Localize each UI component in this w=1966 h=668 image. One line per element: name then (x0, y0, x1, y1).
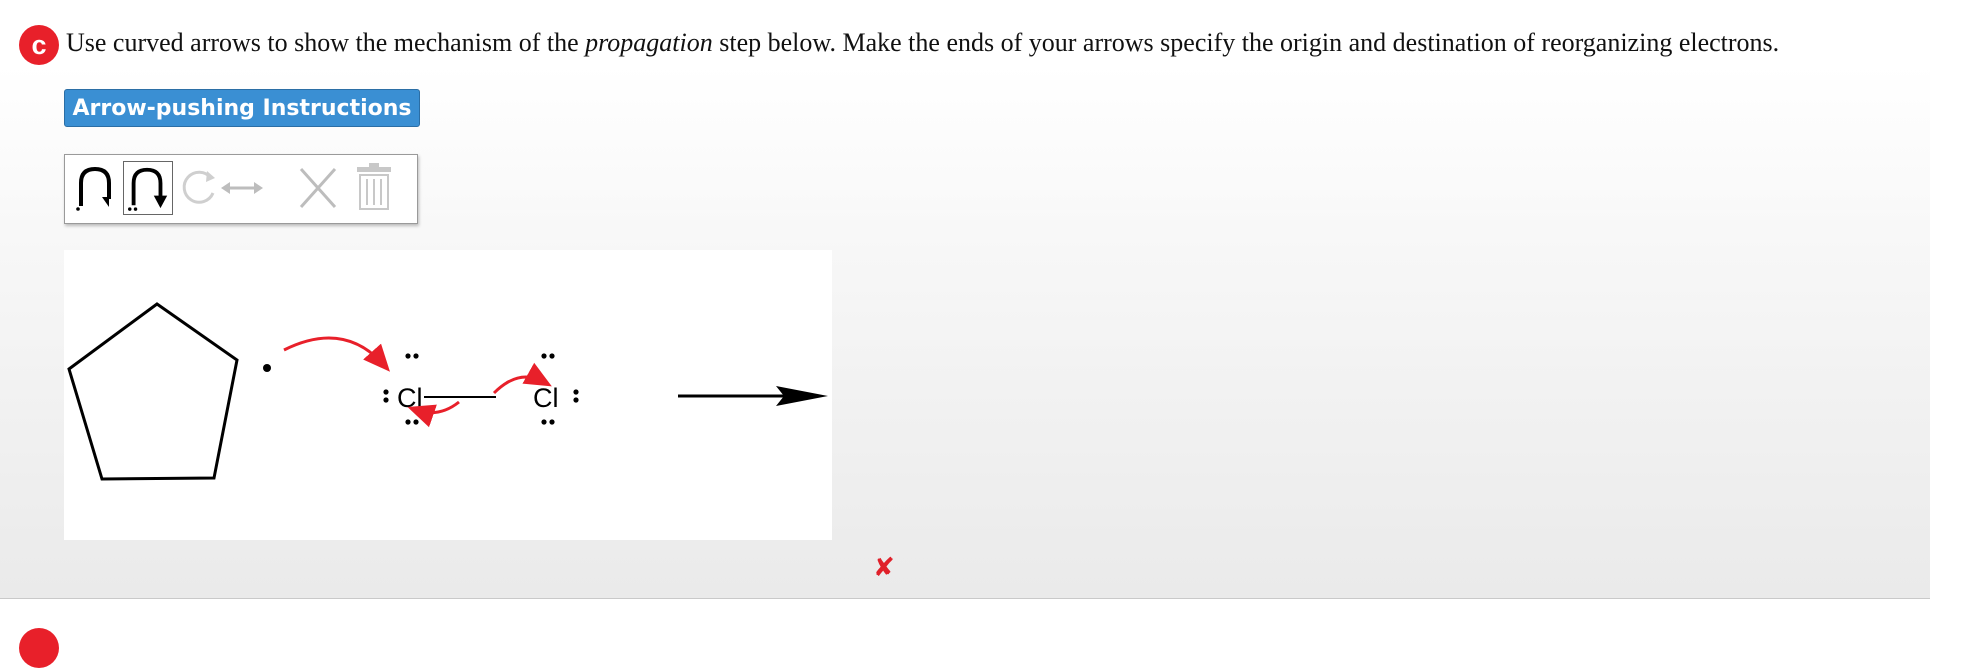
arrow-toolbar (64, 154, 418, 224)
lone-pair-dot (549, 419, 555, 425)
question-text: Use curved arrows to show the mechanism … (66, 28, 1779, 58)
radical-electron (263, 364, 271, 372)
double-headed-arrow-icon[interactable] (217, 161, 267, 215)
question-badge: c (19, 25, 59, 65)
question-suffix: step below. Make the ends of your arrows… (712, 28, 1780, 57)
lone-pair-dot (405, 419, 411, 425)
lone-pair-dot (573, 389, 579, 395)
next-question-badge (19, 628, 59, 668)
incorrect-x-icon: ✘ (873, 553, 895, 583)
question-emphasis: propagation (585, 28, 713, 57)
lone-pair-dot (413, 353, 419, 359)
curved-arrow-radical[interactable] (283, 336, 390, 372)
cyclopentyl-ring (67, 302, 239, 481)
lone-pair-dot (383, 397, 389, 403)
lone-pair-dot (413, 419, 419, 425)
lone-pair-dot (549, 353, 555, 359)
question-prefix: Use curved arrows to show the mechanism … (66, 28, 586, 57)
full-curved-arrow-icon[interactable] (123, 161, 173, 215)
lone-pair-dot (383, 389, 389, 395)
lone-pair-dot (405, 353, 411, 359)
drawing-canvas[interactable]: Cl Cl (64, 250, 832, 540)
fishhook-arrow-icon[interactable] (71, 161, 121, 215)
lone-pair-dot (573, 397, 579, 403)
chlorine-atom-left: Cl (397, 383, 423, 413)
trash-icon[interactable] (349, 161, 399, 215)
lone-pair-dot (541, 419, 547, 425)
x-icon[interactable] (293, 161, 343, 215)
lone-pair-dot (541, 353, 547, 359)
arrow-pushing-instructions-button[interactable]: Arrow-pushing Instructions (64, 89, 420, 127)
chlorine-atom-right: Cl (533, 383, 559, 413)
